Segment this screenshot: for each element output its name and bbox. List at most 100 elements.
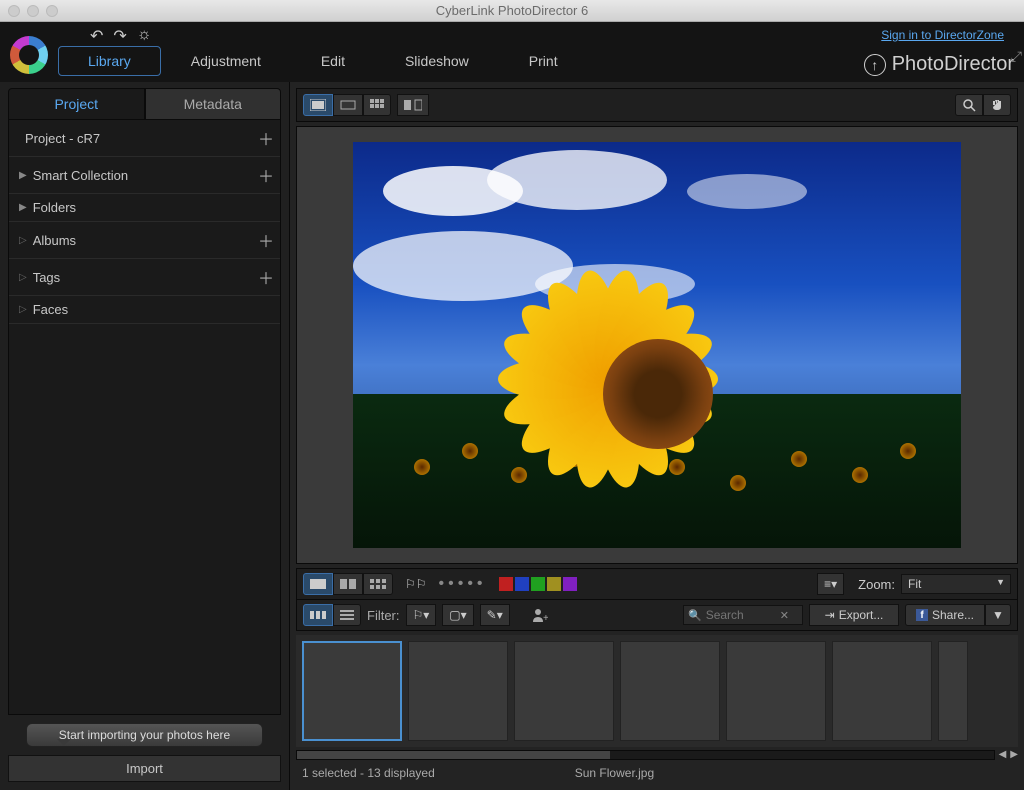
header: ↶ ↷ ☼ Library Adjustment Edit Slideshow … <box>0 22 1024 82</box>
tree-label: Albums <box>33 233 76 248</box>
undo-icon[interactable]: ↶ <box>90 26 103 46</box>
thumbnail[interactable] <box>408 641 508 741</box>
view-single-icon[interactable] <box>303 94 333 116</box>
thumbnail[interactable] <box>620 641 720 741</box>
search-icon: 🔍 <box>688 609 702 622</box>
brand-label: ↑ PhotoDirector <box>864 53 1014 76</box>
add-icon[interactable]: ＋ <box>258 163 274 187</box>
thumbnail[interactable] <box>726 641 826 741</box>
thumb-list-icon[interactable] <box>333 604 361 626</box>
filter-flag-icon[interactable]: ⚐▾ <box>406 604 437 626</box>
zoom-select[interactable]: Fit <box>901 574 1011 594</box>
status-filename: Sun Flower.jpg <box>575 766 654 780</box>
search-input[interactable] <box>706 608 776 622</box>
zoom-tools-group <box>955 94 1011 116</box>
expand-icon[interactable]: ▷ <box>19 304 27 315</box>
view-compare-icon[interactable] <box>333 94 363 116</box>
face-tag-icon[interactable]: + <box>526 604 554 626</box>
tree-label: Project - cR7 <box>25 131 100 146</box>
clear-search-icon[interactable]: ✕ <box>780 609 789 622</box>
zoom-value: Fit <box>908 577 921 591</box>
color-label-green[interactable] <box>531 577 545 591</box>
export-icon: ⇥ <box>825 608 835 622</box>
nav-next-icon[interactable]: ▶ <box>1010 749 1018 760</box>
window-title: CyberLink PhotoDirector 6 <box>0 3 1024 18</box>
nav-prev-icon[interactable]: ◀ <box>999 749 1007 760</box>
tab-library[interactable]: Library <box>58 46 161 76</box>
filter-label-icon[interactable]: ▢▾ <box>442 604 473 626</box>
filmstrip[interactable] <box>296 635 1018 747</box>
layout-grid-icon[interactable] <box>363 573 393 595</box>
color-label-red[interactable] <box>499 577 513 591</box>
project-tree: Project - cR7 ＋ ▶Smart Collection ＋ ▶ Fol… <box>8 119 281 715</box>
preview-area[interactable] <box>296 126 1018 564</box>
tree-folders[interactable]: ▶ Folders <box>9 194 280 222</box>
filter-brush-icon[interactable]: ✎▾ <box>480 604 510 626</box>
zoom-label: Zoom: <box>858 577 895 592</box>
color-label-blue[interactable] <box>515 577 529 591</box>
color-label-yellow[interactable] <box>547 577 561 591</box>
main-panel: ⚐⚐ ••••• ≡▾ Zoom: Fit <box>290 82 1024 790</box>
hand-pan-icon[interactable] <box>983 94 1011 116</box>
tree-albums[interactable]: ▷ Albums ＋ <box>9 222 280 259</box>
thumbnail[interactable] <box>514 641 614 741</box>
tab-slideshow[interactable]: Slideshow <box>375 46 499 76</box>
facebook-icon: f <box>916 609 928 621</box>
expand-icon[interactable]: ▶ <box>19 170 27 181</box>
app-logo-icon <box>10 36 48 74</box>
scrollbar[interactable] <box>296 750 995 760</box>
tab-print[interactable]: Print <box>499 46 588 76</box>
tab-adjustment[interactable]: Adjustment <box>161 46 291 76</box>
tree-label: Faces <box>33 302 68 317</box>
filter-label: Filter: <box>367 608 400 623</box>
tree-tags[interactable]: ▷Tags ＋ <box>9 259 280 296</box>
flag-tool-icon[interactable]: ⚐⚐ <box>399 573 433 595</box>
search-box[interactable]: 🔍 ✕ <box>683 605 803 625</box>
view-grid-icon[interactable] <box>363 94 391 116</box>
sort-menu-icon[interactable]: ≡▾ <box>817 573 844 595</box>
scrollbar-thumb[interactable] <box>297 751 610 759</box>
thumbnail[interactable] <box>832 641 932 741</box>
sidebar-tabs: Project Metadata <box>0 82 289 119</box>
share-button[interactable]: fShare... <box>905 604 985 626</box>
tree-label: Folders <box>33 200 76 215</box>
thumbnail[interactable] <box>302 641 402 741</box>
main-toolbar <box>296 88 1018 122</box>
import-hint-tooltip: Start importing your photos here <box>26 723 263 747</box>
thumb-strip-icon[interactable] <box>303 604 333 626</box>
brand-text: PhotoDirector <box>892 53 1014 76</box>
expand-icon[interactable]: ▷ <box>19 235 27 246</box>
settings-gear-icon[interactable]: ☼ <box>137 26 152 46</box>
add-icon[interactable]: ＋ <box>258 126 274 150</box>
export-button[interactable]: ⇥ Export... <box>809 604 899 626</box>
mirror-icon[interactable] <box>397 94 429 116</box>
fullscreen-icon[interactable]: ⤢ <box>1011 48 1022 65</box>
layout-split-icon[interactable] <box>333 573 363 595</box>
color-label-purple[interactable] <box>563 577 577 591</box>
rating-dots[interactable]: ••••• <box>439 575 487 593</box>
tree-faces[interactable]: ▷ Faces <box>9 296 280 324</box>
signin-link[interactable]: Sign in to DirectorZone <box>881 28 1004 42</box>
filmstrip-scroll: ◀ ▶ <box>296 749 1018 760</box>
redo-icon[interactable]: ↷ <box>113 26 126 46</box>
import-button[interactable]: Import <box>8 755 281 782</box>
layout-single-icon[interactable] <box>303 573 333 595</box>
tab-edit[interactable]: Edit <box>291 46 375 76</box>
add-icon[interactable]: ＋ <box>258 265 274 289</box>
sidebar-tab-metadata[interactable]: Metadata <box>145 88 282 119</box>
sidebar-tab-project[interactable]: Project <box>8 88 145 119</box>
expand-icon[interactable]: ▶ <box>19 202 27 213</box>
thumbnail[interactable] <box>938 641 968 741</box>
upload-circle-icon: ↑ <box>864 54 886 76</box>
add-icon[interactable]: ＋ <box>258 228 274 252</box>
filmstrip-toolbar: ⚐⚐ ••••• ≡▾ Zoom: Fit <box>296 568 1018 631</box>
tree-project-root[interactable]: Project - cR7 ＋ <box>9 120 280 157</box>
share-group: fShare... ▼ <box>905 604 1011 626</box>
import-section: Start importing your photos here Import <box>0 715 289 790</box>
expand-icon[interactable]: ▷ <box>19 272 27 283</box>
export-label: Export... <box>839 608 884 622</box>
magnifier-icon[interactable] <box>955 94 983 116</box>
tree-smart-collection[interactable]: ▶Smart Collection ＋ <box>9 157 280 194</box>
share-dropdown-icon[interactable]: ▼ <box>985 604 1011 626</box>
photo-preview <box>353 142 961 548</box>
